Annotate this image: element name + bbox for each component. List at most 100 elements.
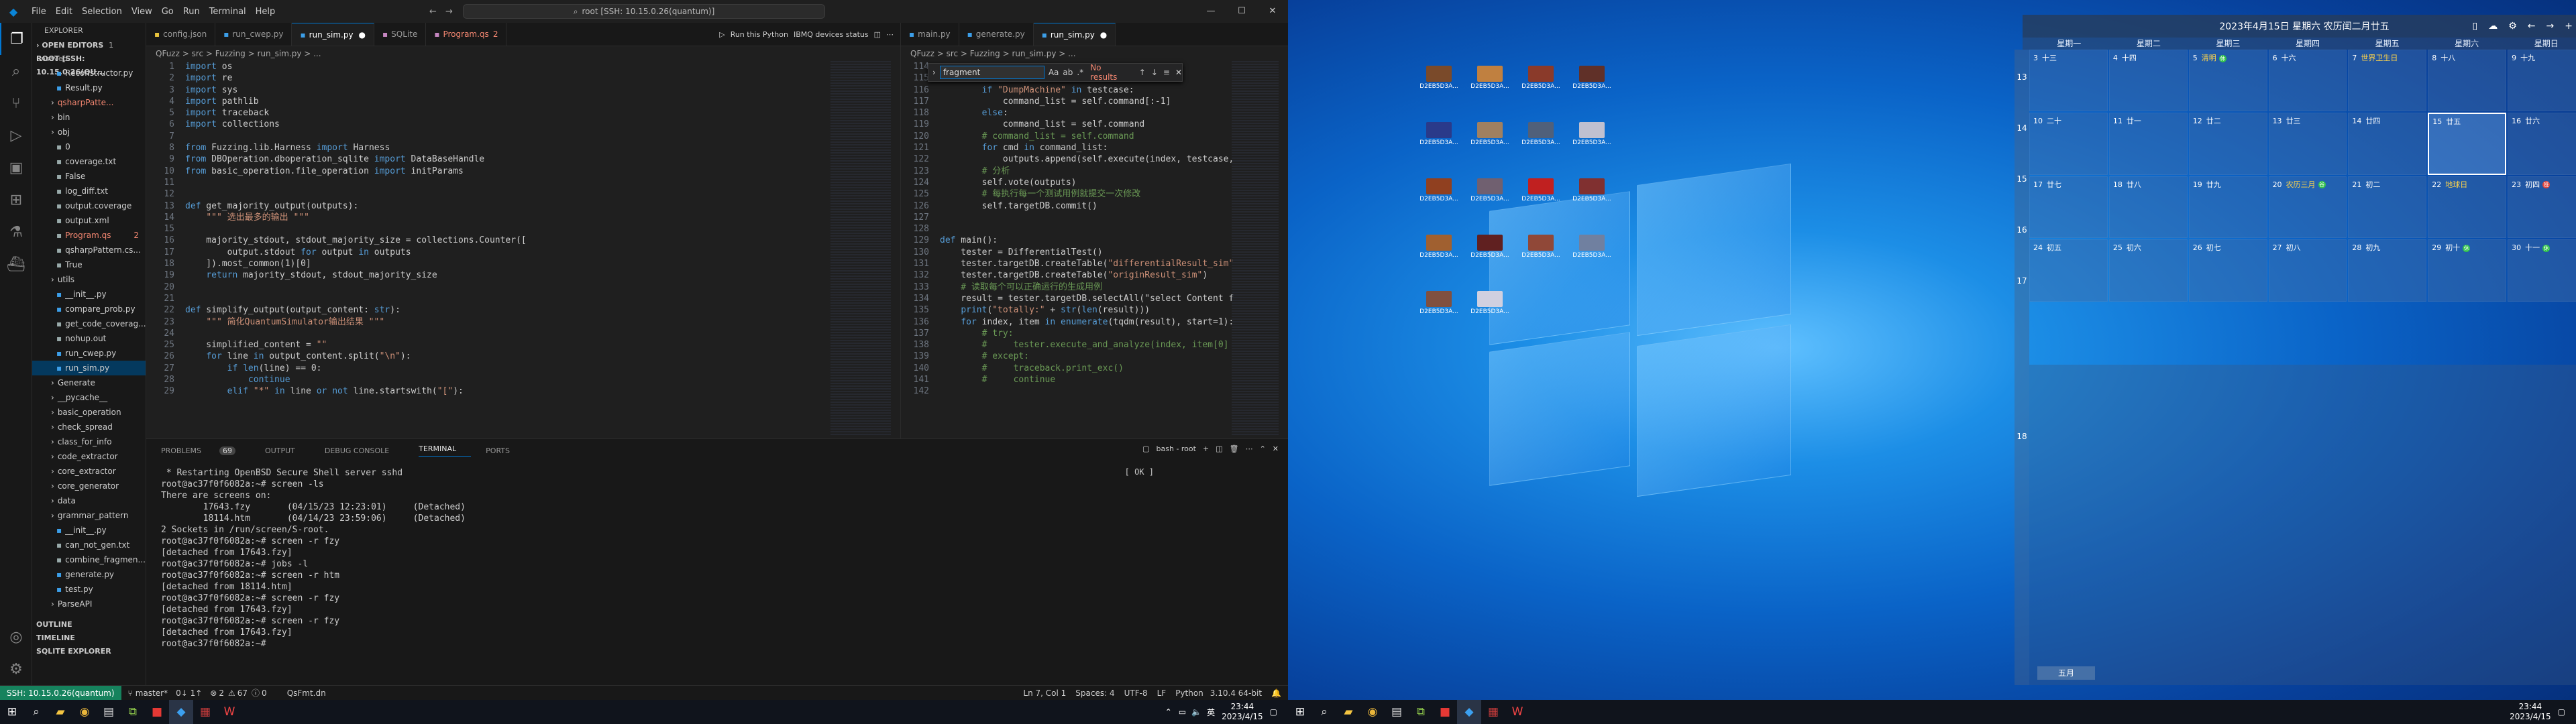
- calendar-day[interactable]: 16 廿六: [2508, 113, 2576, 175]
- unsaved-dot-icon[interactable]: ●: [359, 30, 366, 40]
- terminal-app-icon[interactable]: ▤: [97, 700, 121, 724]
- calendar-day[interactable]: 25 初六: [2108, 239, 2188, 302]
- search-icon[interactable]: ⌕: [0, 55, 32, 87]
- calendar-day[interactable]: 22 地球日: [2428, 176, 2507, 239]
- desktop-file-icon[interactable]: D2EB5D3A...: [1470, 178, 1510, 202]
- windows-start-icon[interactable]: ⊞: [1288, 700, 1312, 724]
- minimap[interactable]: [1232, 61, 1279, 436]
- arrow-left-icon[interactable]: ←: [2528, 21, 2536, 32]
- info-count[interactable]: 0: [262, 688, 267, 698]
- tree-folder[interactable]: › utils: [32, 272, 146, 287]
- tree-folder[interactable]: › data: [32, 493, 146, 508]
- tree-file[interactable]: ▪ False: [32, 169, 146, 184]
- close-icon[interactable]: ✕: [1175, 68, 1182, 77]
- windows-start-icon[interactable]: ⊞: [0, 700, 24, 724]
- next-match-icon[interactable]: ↓: [1151, 68, 1158, 77]
- trash-icon[interactable]: 🗑: [1230, 444, 1239, 453]
- calendar-day[interactable]: 11 廿一: [2108, 113, 2188, 175]
- shell-label[interactable]: bash - root: [1157, 444, 1196, 453]
- desktop-file-icon[interactable]: D2EB5D3A...: [1572, 122, 1612, 146]
- menu-item-selection[interactable]: Selection: [82, 7, 122, 17]
- encoding[interactable]: UTF-8: [1124, 688, 1148, 698]
- menu-item-terminal[interactable]: Terminal: [209, 7, 246, 17]
- tree-file[interactable]: ▪ get_code_coverag...: [32, 316, 146, 331]
- calendar-day[interactable]: 12 廿二: [2188, 113, 2267, 175]
- tab-program-qs[interactable]: ▪ Program.qs 2: [426, 23, 507, 46]
- tree-file[interactable]: ▪ Program.qs 2: [32, 228, 146, 243]
- desktop-file-icon[interactable]: D2EB5D3A...: [1470, 66, 1510, 90]
- calendar-day-today[interactable]: 15 廿五: [2428, 113, 2507, 175]
- command-center[interactable]: ⌕ root [SSH: 10.15.0.26(quantum)]: [463, 4, 825, 19]
- tree-file[interactable]: ▪ output.xml: [32, 213, 146, 228]
- tree-file[interactable]: ▪ coverage.txt: [32, 154, 146, 169]
- calendar-day[interactable]: 6 十六: [2268, 50, 2347, 112]
- desktop-file-icon[interactable]: D2EB5D3A...: [1419, 66, 1459, 90]
- desktop-file-icon[interactable]: D2EB5D3A...: [1470, 235, 1510, 259]
- back-icon[interactable]: ←: [429, 7, 437, 17]
- close-button[interactable]: ✕: [1257, 0, 1288, 23]
- desktop-file-icon[interactable]: D2EB5D3A...: [1521, 122, 1561, 146]
- menu-item-go[interactable]: Go: [162, 7, 174, 17]
- tree-folder[interactable]: › check_spread: [32, 420, 146, 434]
- tree-folder[interactable]: › obj: [32, 125, 146, 139]
- extensions-icon[interactable]: ⊞: [0, 184, 32, 216]
- clock[interactable]: 23:44 2023/4/15: [1222, 702, 1263, 722]
- settings-gear-icon[interactable]: ⚙: [2508, 21, 2517, 32]
- tree-file[interactable]: ▪ run_cwep.py: [32, 346, 146, 361]
- notification-icon[interactable]: ▢: [1270, 707, 1277, 717]
- desktop-file-icon[interactable]: D2EB5D3A...: [1419, 291, 1459, 315]
- terminal-output[interactable]: * Restarting OpenBSD Secure Shell server…: [146, 462, 1288, 655]
- vscode-taskbar-icon[interactable]: ◆: [1457, 700, 1481, 724]
- root-folder[interactable]: ROOT [SSH: 10.15.0.26(QU...: [32, 52, 146, 76]
- find-in-selection-icon[interactable]: ≡: [1163, 68, 1170, 77]
- desktop-file-icon[interactable]: D2EB5D3A...: [1521, 178, 1561, 202]
- calendar-day[interactable]: 24 初五: [2029, 239, 2108, 302]
- tab-config-json[interactable]: ▪ config.json: [146, 23, 216, 46]
- app-icon[interactable]: ▦: [193, 700, 217, 724]
- tree-folder[interactable]: › class_for_info: [32, 434, 146, 449]
- wps-icon[interactable]: W: [217, 700, 241, 724]
- split-terminal-icon[interactable]: ◫: [1216, 444, 1222, 453]
- app-icon[interactable]: ■: [145, 700, 169, 724]
- tree-folder[interactable]: › core_generator: [32, 479, 146, 493]
- panel-tab-debug-console[interactable]: DEBUG CONSOLE: [325, 446, 404, 455]
- search-icon[interactable]: ⌕: [1312, 700, 1336, 724]
- ibmq-devices-button[interactable]: IBMQ devices status: [794, 30, 869, 39]
- tree-folder[interactable]: › bin: [32, 110, 146, 125]
- tree-file[interactable]: ▪ generate.py: [32, 567, 146, 582]
- calendar-day[interactable]: 13 廿三: [2268, 113, 2347, 175]
- desktop-file-icon[interactable]: D2EB5D3A...: [1521, 235, 1561, 259]
- clock[interactable]: 23:44 2023/4/15: [2510, 702, 2551, 722]
- forward-icon[interactable]: →: [445, 7, 453, 17]
- menu-item-run[interactable]: Run: [183, 7, 200, 17]
- calendar-day[interactable]: 17 廿七: [2029, 176, 2108, 239]
- error-count[interactable]: 2: [219, 688, 224, 698]
- calendar-day[interactable]: 20 农历三月谷: [2268, 176, 2347, 239]
- calendar-day[interactable]: 9 十九: [2508, 50, 2576, 112]
- menu-item-help[interactable]: Help: [256, 7, 276, 17]
- desktop-file-icon[interactable]: D2EB5D3A...: [1419, 235, 1459, 259]
- tree-file[interactable]: ▪ __init__.py: [32, 523, 146, 538]
- calendar-day[interactable]: 21 初二: [2348, 176, 2427, 239]
- sqlite-explorer-section[interactable]: SQLITE EXPLORER: [32, 645, 146, 658]
- python-version[interactable]: 3.10.4 64-bit: [1210, 688, 1262, 698]
- run-icon[interactable]: ▷: [719, 30, 724, 39]
- tree-folder[interactable]: › grammar_pattern: [32, 508, 146, 523]
- maximize-panel-icon[interactable]: ⌃: [1260, 444, 1266, 453]
- calendar-day[interactable]: 5 清明休: [2188, 50, 2267, 112]
- calendar-day[interactable]: 8 十八: [2428, 50, 2507, 112]
- file-explorer-icon[interactable]: ▰: [1336, 700, 1360, 724]
- account-icon[interactable]: ◎: [0, 621, 32, 653]
- notification-icon[interactable]: ▢: [2558, 707, 2565, 717]
- calendar-day[interactable]: 23 初四班: [2508, 176, 2576, 239]
- app-icon[interactable]: ■: [1433, 700, 1457, 724]
- calendar-day[interactable]: 30 十一休: [2508, 239, 2576, 302]
- breadcrumb[interactable]: QFuzz > src > Fuzzing > run_sim.py > ...: [901, 46, 1288, 61]
- desktop-file-icon[interactable]: D2EB5D3A...: [1419, 178, 1459, 202]
- language-mode[interactable]: Python: [1175, 688, 1203, 698]
- tab-main-py[interactable]: ▪ main.py: [901, 23, 959, 46]
- calendar-day[interactable]: 29 初十休: [2428, 239, 2507, 302]
- menu-item-edit[interactable]: Edit: [56, 7, 72, 17]
- tab-run_sim-py[interactable]: ▪ run_sim.py ●: [292, 23, 375, 46]
- tree-file[interactable]: ▪ True: [32, 257, 146, 272]
